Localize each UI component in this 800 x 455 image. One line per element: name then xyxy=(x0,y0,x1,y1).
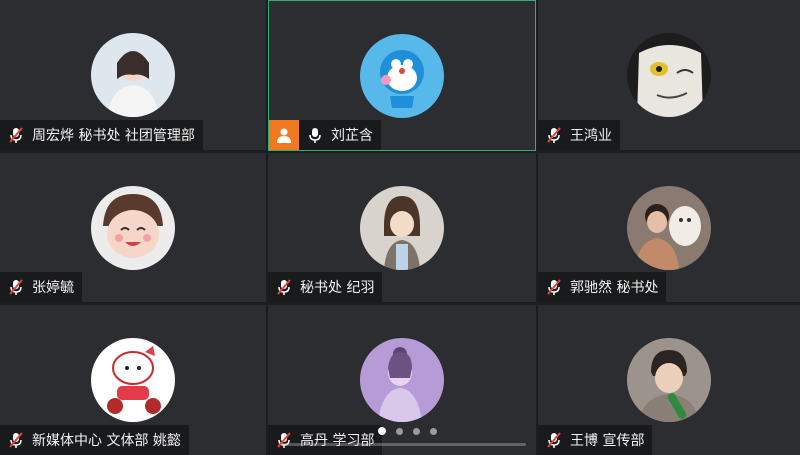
participant-name: 郭驰然 秘书处 xyxy=(570,280,659,296)
participant-name: 高丹 学习部 xyxy=(300,433,375,449)
participant-avatar xyxy=(627,338,711,422)
participant-avatar xyxy=(360,34,444,118)
participant-tile-active-speaker[interactable]: 刘芷含 xyxy=(268,0,536,151)
participant-avatar xyxy=(360,186,444,270)
participant-name-bar: 新媒体中心 文体部 姚懿 xyxy=(0,425,189,455)
mic-muted-icon[interactable] xyxy=(274,430,294,450)
participant-name: 王鸿业 xyxy=(570,128,612,144)
participant-name-bar: 刘芷含 xyxy=(269,120,381,150)
mic-muted-icon[interactable] xyxy=(6,430,26,450)
page-dot[interactable] xyxy=(430,427,437,435)
page-dot[interactable] xyxy=(413,427,420,435)
mic-muted-icon[interactable] xyxy=(544,277,564,297)
participant-name: 周宏烨 秘书处 社团管理部 xyxy=(32,128,195,144)
participant-avatar xyxy=(91,338,175,422)
participant-name: 王博 宣传部 xyxy=(570,433,645,449)
host-badge xyxy=(269,120,299,150)
participant-avatar xyxy=(91,186,175,270)
participant-tile[interactable]: 张婷毓 xyxy=(0,153,266,302)
participant-name: 秘书处 纪羽 xyxy=(300,280,375,296)
participant-tile[interactable]: 新媒体中心 文体部 姚懿 xyxy=(0,305,266,455)
mic-muted-icon[interactable] xyxy=(6,125,26,145)
video-grid: 周宏烨 秘书处 社团管理部 刘芷含 王鸿业 张婷毓 秘书处 纪羽 郭驰然 秘书处… xyxy=(0,0,800,455)
participant-name-bar: 秘书处 纪羽 xyxy=(268,272,383,302)
mic-icon[interactable] xyxy=(305,125,325,145)
mic-muted-icon[interactable] xyxy=(6,277,26,297)
page-indicator[interactable] xyxy=(378,427,437,435)
page-dot-active[interactable] xyxy=(378,427,386,435)
participant-name: 张婷毓 xyxy=(32,280,74,296)
participant-avatar xyxy=(627,33,711,117)
mic-muted-icon[interactable] xyxy=(544,430,564,450)
scrollbar[interactable] xyxy=(281,443,526,446)
participant-tile[interactable]: 王博 宣传部 xyxy=(538,305,800,455)
participant-name-bar: 张婷毓 xyxy=(0,272,82,302)
participant-name-bar: 高丹 学习部 xyxy=(268,425,383,455)
participant-name-bar: 周宏烨 秘书处 社团管理部 xyxy=(0,120,203,150)
participant-avatar xyxy=(91,33,175,117)
mic-muted-icon[interactable] xyxy=(274,277,294,297)
user-icon xyxy=(277,128,291,143)
participant-name: 新媒体中心 文体部 姚懿 xyxy=(32,433,181,449)
participant-name-bar: 王博 宣传部 xyxy=(538,425,653,455)
page-dot[interactable] xyxy=(396,427,403,435)
participant-tile[interactable]: 秘书处 纪羽 xyxy=(268,153,536,302)
participant-name-bar: 郭驰然 秘书处 xyxy=(538,272,667,302)
participant-tile[interactable]: 郭驰然 秘书处 xyxy=(538,153,800,302)
participant-avatar xyxy=(627,186,711,270)
participant-tile[interactable]: 周宏烨 秘书处 社团管理部 xyxy=(0,0,266,150)
participant-avatar xyxy=(360,338,444,422)
participant-name-bar: 王鸿业 xyxy=(538,120,620,150)
mic-muted-icon[interactable] xyxy=(544,125,564,145)
participant-name: 刘芷含 xyxy=(331,128,373,144)
participant-tile[interactable]: 王鸿业 xyxy=(538,0,800,150)
